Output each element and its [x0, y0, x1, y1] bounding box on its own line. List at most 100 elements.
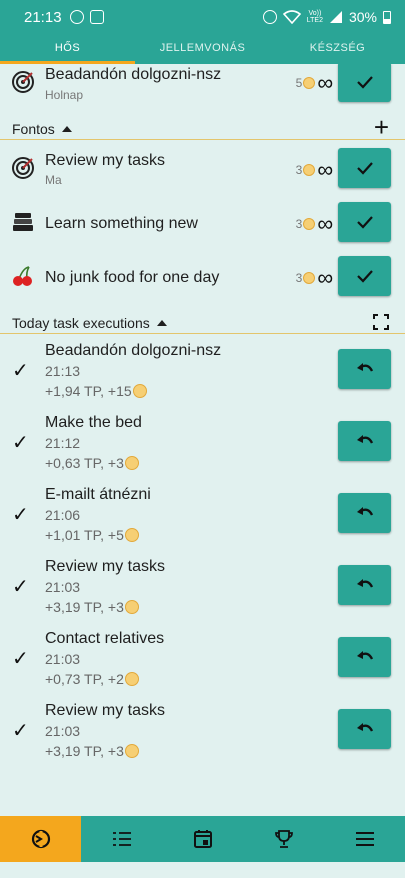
execution-title: Review my tasks [45, 558, 166, 575]
bottom-navigation [0, 816, 405, 862]
check-icon [356, 216, 373, 229]
signal-icon [329, 11, 342, 23]
coin-icon [132, 384, 147, 398]
complete-button[interactable] [338, 148, 391, 188]
execution-gain: +1,94 TP, +15 [45, 383, 147, 399]
nav-hero[interactable] [0, 816, 81, 862]
system-nav-bar [0, 862, 405, 878]
trophy-icon [274, 830, 293, 848]
check-icon [356, 162, 373, 175]
execution-time: 21:03 [45, 579, 81, 595]
task-row[interactable]: Beadandón dolgozni-nsz Holnap 5 ∞ [0, 64, 405, 124]
caret-up-icon [156, 320, 167, 326]
alarm-icon [262, 10, 277, 24]
nav-menu[interactable] [324, 816, 405, 862]
infinity-icon: ∞ [317, 211, 333, 236]
coin-icon [124, 672, 139, 686]
undo-button[interactable] [338, 493, 391, 533]
task-row[interactable]: No junk food for one day 3 ∞ [0, 256, 405, 310]
coin-icon [303, 164, 316, 176]
undo-button[interactable] [338, 709, 391, 749]
execution-title: Make the bed [45, 414, 142, 431]
coin-icon [124, 600, 139, 614]
undo-icon [356, 723, 373, 732]
books-icon [11, 210, 35, 234]
section-header-fontos[interactable]: Fontos + [0, 114, 405, 140]
nav-achievements[interactable] [243, 816, 324, 862]
system-icons: Vo)) LTE2 30% [262, 9, 391, 25]
tab-skills[interactable]: KÉSZSÉG [270, 34, 405, 64]
execution-time: 21:12 [45, 435, 81, 451]
reward-amount: 3 [295, 163, 303, 177]
undo-button[interactable] [338, 421, 391, 461]
execution-time: 21:03 [45, 651, 81, 667]
infinity-icon: ∞ [317, 157, 333, 182]
battery-icon [383, 10, 391, 24]
execution-title: E-mailt átnézni [45, 486, 151, 503]
wifi-icon [282, 10, 301, 24]
coin-icon [124, 528, 139, 542]
task-title: Review my tasks [45, 152, 166, 169]
hero-icon [31, 829, 50, 849]
checkmark-icon: ✓ [12, 576, 29, 598]
nav-calendar[interactable] [162, 816, 243, 862]
task-list: Beadandón dolgozni-nsz Holnap 5 ∞ Fontos… [0, 64, 405, 816]
task-reward: 5 ∞ [295, 70, 333, 95]
undo-icon [356, 579, 373, 588]
fullscreen-icon[interactable] [373, 314, 389, 330]
battery-percent: 30% [348, 9, 377, 25]
execution-gain: +0,73 TP, +2 [45, 671, 139, 687]
add-task-button[interactable]: + [374, 114, 389, 140]
execution-time: 21:03 [45, 723, 81, 739]
coin-icon [124, 456, 139, 470]
section-header-executions[interactable]: Today task executions [0, 312, 405, 334]
undo-button[interactable] [338, 349, 391, 389]
undo-icon [356, 507, 373, 516]
check-icon [356, 76, 373, 89]
status-bar: 21:13 Vo)) LTE2 30% [0, 0, 405, 34]
task-due: Holnap [45, 88, 84, 102]
task-title: Learn something new [45, 215, 198, 232]
execution-row: ✓ Beadandón dolgozni-nsz 21:13 +1,94 TP,… [0, 338, 405, 410]
task-due: Ma [45, 173, 62, 187]
execution-row: ✓ Contact relatives 21:03 +0,73 TP, +2 [0, 626, 405, 698]
gallery-icon [89, 10, 104, 24]
reward-amount: 5 [295, 76, 303, 90]
top-tabs: HŐS JELLEMVONÁS KÉSZSÉG [0, 34, 405, 64]
execution-time: 21:13 [45, 363, 81, 379]
checkmark-icon: ✓ [12, 720, 29, 742]
reward-amount: 3 [295, 271, 303, 285]
task-row[interactable]: Learn something new 3 ∞ [0, 202, 405, 256]
undo-icon [356, 651, 373, 660]
coin-icon [303, 77, 316, 89]
execution-title: Beadandón dolgozni-nsz [45, 342, 222, 359]
task-reward: 3 ∞ [295, 157, 333, 182]
section-label: Today task executions [12, 315, 167, 331]
infinity-icon: ∞ [317, 70, 333, 95]
tab-hero[interactable]: HŐS [0, 34, 135, 64]
complete-button[interactable] [338, 202, 391, 242]
undo-icon [356, 363, 373, 372]
calendar-icon [193, 830, 212, 848]
nav-list[interactable] [81, 816, 162, 862]
reward-amount: 3 [295, 217, 303, 231]
execution-gain: +0,63 TP, +3 [45, 455, 139, 471]
task-reward: 3 ∞ [295, 211, 333, 236]
undo-button[interactable] [338, 637, 391, 677]
task-title: Beadandón dolgozni-nsz [45, 66, 222, 83]
complete-button[interactable] [338, 256, 391, 296]
menu-icon [355, 832, 374, 846]
infinity-icon: ∞ [317, 265, 333, 290]
task-row[interactable]: Review my tasks Ma 3 ∞ [0, 148, 405, 202]
task-reward: 3 ∞ [295, 265, 333, 290]
execution-title: Contact relatives [45, 630, 165, 647]
execution-row: ✓ Review my tasks 21:03 +3,19 TP, +3 [0, 698, 405, 770]
execution-row: ✓ Review my tasks 21:03 +3,19 TP, +3 [0, 554, 405, 626]
execution-title: Review my tasks [45, 702, 166, 719]
status-time: 21:13 [24, 8, 62, 26]
complete-button[interactable] [338, 64, 391, 102]
undo-button[interactable] [338, 565, 391, 605]
execution-time: 21:06 [45, 507, 81, 523]
tab-traits[interactable]: JELLEMVONÁS [135, 34, 270, 64]
coin-icon [303, 272, 316, 284]
